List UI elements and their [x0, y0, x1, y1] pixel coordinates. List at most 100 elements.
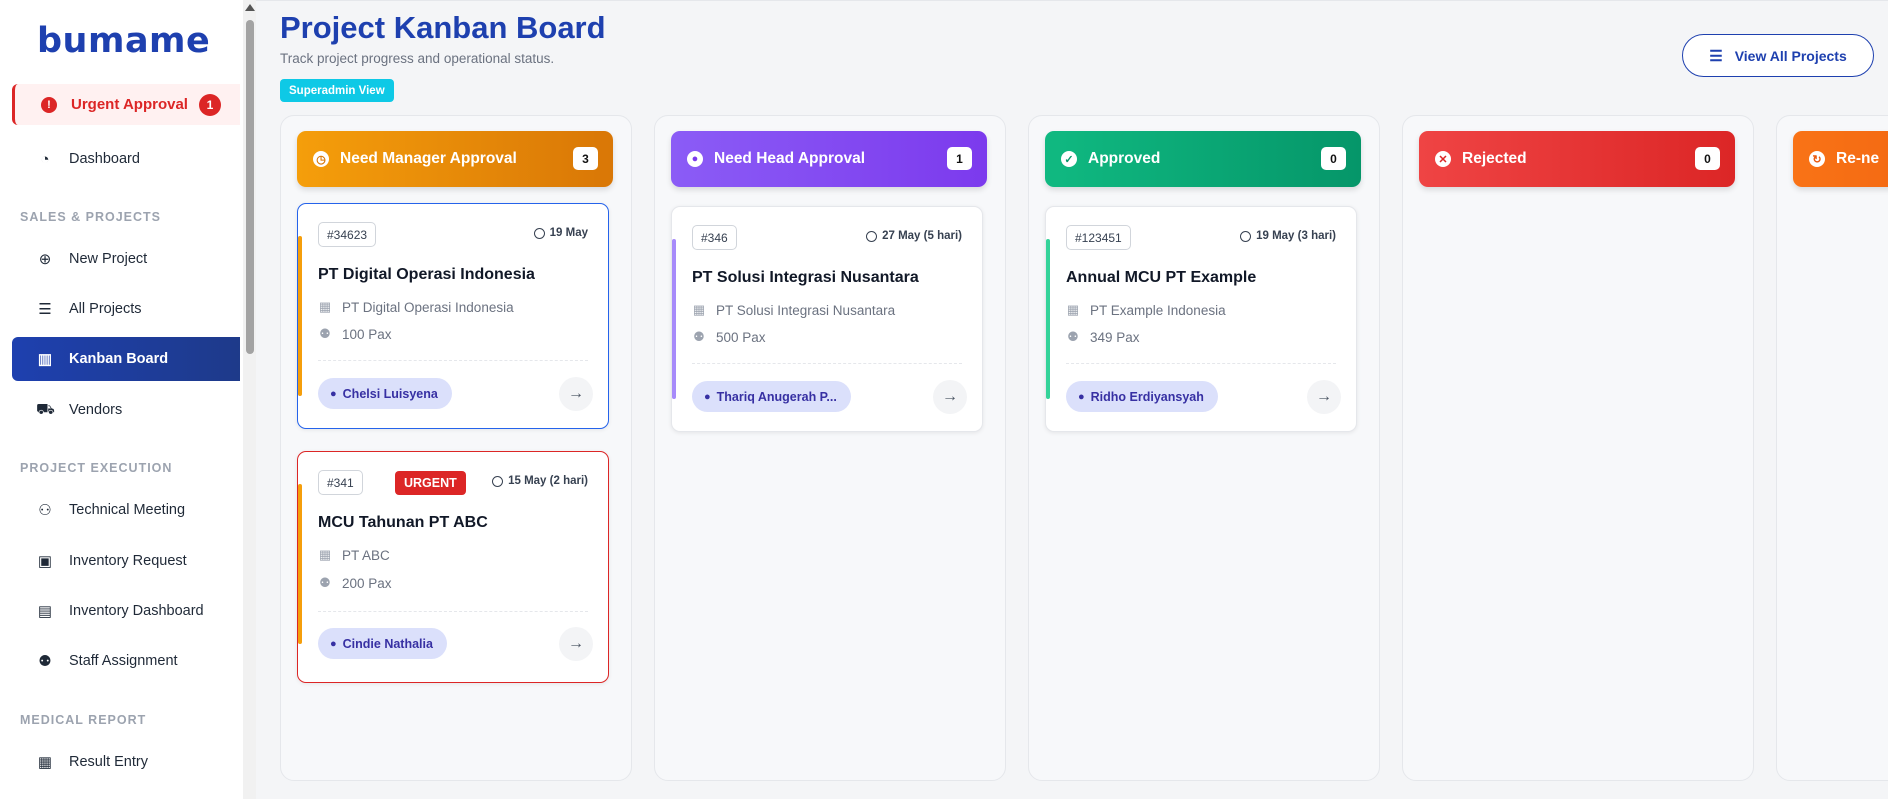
pax-line: ⚉ 100 Pax	[318, 326, 391, 342]
pic-badge: ● Cindie Nathalia	[318, 628, 447, 659]
card-date: 27 May (5 hari)	[866, 230, 962, 242]
card-date: 15 May (2 hari)	[492, 475, 588, 487]
scroll-up-arrow-icon[interactable]	[245, 4, 255, 11]
view-all-projects-button[interactable]: ☰ View All Projects	[1682, 34, 1874, 77]
sidebar-item-label: All Projects	[69, 301, 142, 317]
card-divider	[318, 611, 588, 612]
arrow-right-icon[interactable]: →	[559, 377, 593, 411]
project-id-tag: #341	[318, 470, 363, 495]
pic-name: Thariq Anugerah P...	[716, 389, 837, 404]
section-title-medical: MEDICAL REPORT	[20, 713, 147, 727]
sidebar-item-kanban-board[interactable]: ▥ Kanban Board	[12, 337, 240, 381]
column-count: 0	[1321, 147, 1346, 170]
main-content: Project Kanban Board Track project progr…	[256, 0, 1888, 799]
project-card[interactable]: #34623 19 May PT Digital Operasi Indones…	[297, 203, 609, 429]
users-icon: ⚉	[319, 575, 331, 590]
project-card[interactable]: #123451 19 May (3 hari) Annual MCU PT Ex…	[1045, 206, 1357, 432]
sidebar-item-urgent-approval[interactable]: ! Urgent Approval 1	[12, 84, 240, 125]
column-count: 3	[573, 147, 598, 170]
handshake-icon: ⚇	[38, 502, 52, 519]
arrow-right-icon[interactable]: →	[933, 380, 967, 414]
sidebar-item-inventory-request[interactable]: ▣ Inventory Request	[12, 539, 240, 583]
card-stripe	[298, 236, 302, 396]
app-logo[interactable]: bumame	[0, 0, 243, 82]
column-count: 0	[1695, 147, 1720, 170]
arrow-right-icon[interactable]: →	[1307, 380, 1341, 414]
project-card[interactable]: #346 27 May (5 hari) PT Solusi Integrasi…	[671, 206, 983, 432]
user-icon: ●	[1078, 390, 1085, 403]
sidebar-item-inventory-dashboard[interactable]: ▤ Inventory Dashboard	[12, 589, 240, 633]
project-id-tag: #346	[692, 225, 737, 250]
pax-count: 349 Pax	[1090, 329, 1140, 345]
sidebar-item-result-entry[interactable]: ▦ Result Entry	[12, 740, 240, 784]
card-stripe	[298, 484, 302, 644]
building-icon: ▦	[1066, 302, 1080, 317]
company-name: PT Digital Operasi Indonesia	[342, 299, 514, 315]
company-name: PT Example Indonesia	[1090, 302, 1226, 318]
project-name: PT Digital Operasi Indonesia	[318, 266, 535, 283]
user-icon: ●	[704, 390, 711, 403]
arrow-right-icon[interactable]: →	[559, 627, 593, 661]
company-line: ▦ PT ABC	[318, 547, 390, 563]
sidebar-item-label: Staff Assignment	[69, 653, 178, 669]
project-name: Annual MCU PT Example	[1066, 269, 1257, 286]
page-title: Project Kanban Board	[280, 10, 606, 45]
card-divider	[1066, 363, 1336, 364]
card-divider	[318, 360, 588, 361]
pic-badge: ● Ridho Erdiyansyah	[1066, 381, 1218, 412]
card-date-text: 27 May (5 hari)	[882, 230, 962, 242]
page-subtitle: Track project progress and operational s…	[280, 51, 555, 66]
sidebar-item-label: Result Entry	[69, 754, 148, 770]
clock-icon: ◷	[313, 151, 329, 167]
sidebar-item-staff-assignment[interactable]: ⚉ Staff Assignment	[12, 639, 240, 683]
card-date: 19 May (3 hari)	[1240, 230, 1336, 242]
x-circle-icon: ✕	[1435, 151, 1451, 167]
card-divider	[692, 363, 962, 364]
urgent-badge: URGENT	[395, 471, 466, 495]
section-title-sales: SALES & PROJECTS	[20, 210, 162, 224]
sidebar-item-dashboard[interactable]: ◔ Dashboard	[12, 137, 240, 181]
sidebar-item-label: Kanban Board	[69, 351, 169, 367]
user-icon: ●	[330, 637, 337, 650]
list-icon: ☰	[38, 301, 52, 318]
check-circle-icon: ✓	[1061, 151, 1077, 167]
refresh-icon: ↻	[1809, 151, 1825, 167]
company-name: PT Solusi Integrasi Nusantara	[716, 302, 896, 318]
sidebar-item-label: Dashboard	[69, 151, 140, 167]
sidebar-item-label: Vendors	[69, 402, 123, 418]
pax-line: ⚉ 200 Pax	[318, 575, 391, 591]
clock-icon	[492, 475, 504, 487]
sidebar-item-new-project[interactable]: ⊕ New Project	[12, 237, 240, 281]
view-all-label: View All Projects	[1734, 47, 1847, 64]
sidebar: bumame ! Urgent Approval 1 ◔ Dashboard S…	[0, 0, 244, 799]
building-icon: ▦	[318, 299, 332, 314]
clock-icon	[533, 227, 545, 239]
sidebar-item-label: New Project	[69, 251, 148, 267]
kanban-column-renegotiation: ↻ Re-ne	[1776, 115, 1888, 781]
project-name: PT Solusi Integrasi Nusantara	[692, 269, 919, 286]
sidebar-scrollbar[interactable]	[243, 0, 256, 799]
users-icon: ⚉	[319, 326, 331, 341]
building-icon: ▦	[692, 302, 706, 317]
column-title: Approved	[1088, 150, 1161, 167]
sidebar-item-technical-meeting[interactable]: ⚇ Technical Meeting	[12, 488, 240, 532]
project-card[interactable]: #341 URGENT 15 May (2 hari) MCU Tahunan …	[297, 451, 609, 683]
column-title: Need Manager Approval	[340, 150, 517, 167]
card-date-text: 19 May (3 hari)	[1256, 230, 1336, 242]
sidebar-item-all-projects[interactable]: ☰ All Projects	[12, 287, 240, 331]
clock-icon	[1240, 230, 1252, 242]
column-title: Re-ne	[1836, 150, 1880, 167]
users-icon: ⚉	[1067, 329, 1079, 344]
card-stripe	[672, 239, 676, 399]
project-name: MCU Tahunan PT ABC	[318, 514, 488, 531]
urgent-count-badge: 1	[198, 93, 221, 116]
scrollbar-thumb[interactable]	[246, 20, 254, 354]
sidebar-item-vendors[interactable]: ⛟ Vendors	[12, 388, 240, 432]
company-line: ▦ PT Digital Operasi Indonesia	[318, 299, 514, 315]
pic-badge: ● Thariq Anugerah P...	[692, 381, 851, 412]
plus-circle-icon: ⊕	[38, 251, 52, 268]
sidebar-item-label: Technical Meeting	[69, 502, 186, 518]
kanban-column-rejected: ✕ Rejected 0	[1402, 115, 1754, 781]
project-id-tag: #34623	[318, 222, 377, 247]
card-stripe	[1046, 239, 1050, 399]
